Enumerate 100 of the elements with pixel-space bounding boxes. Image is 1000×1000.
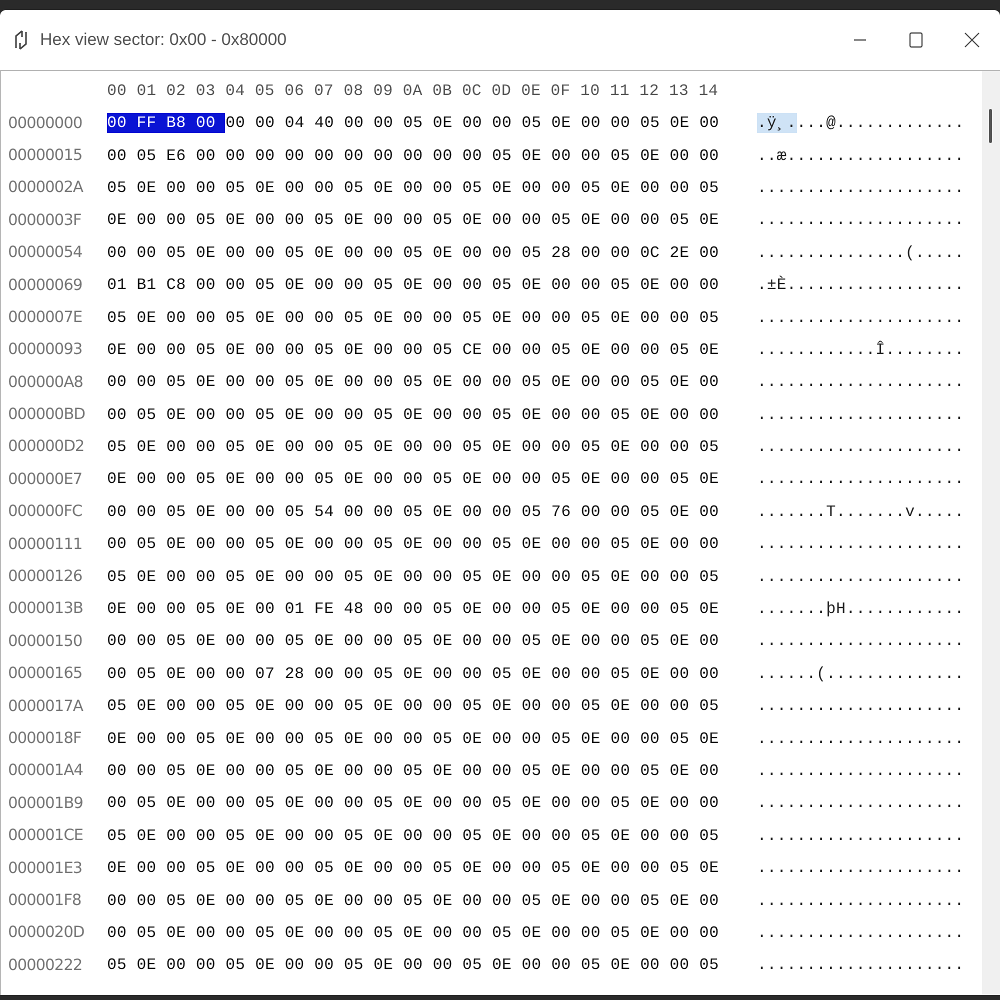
ascii-text[interactable]: .....................	[757, 372, 964, 392]
row-offset: 000001F8	[7, 890, 82, 911]
selected-hex-bytes[interactable]: 00 FF B8 00	[107, 113, 226, 134]
hex-bytes[interactable]: 00 00 05 0E 00 00 05 54 00 00 05 0E 00 00 05 76 00 00 05 0E 00	[107, 502, 720, 522]
column-header: 06	[284, 81, 304, 102]
row-offset: 00000126	[7, 566, 84, 588]
hex-bytes[interactable]: 05 0E 00 00 05 0E 00 00 05 0E 00 00 05 0E 00 00 05 0E 00 00 05	[107, 308, 720, 328]
ascii-text[interactable]: .......þH............	[757, 599, 964, 620]
ascii-text[interactable]: .....................	[757, 469, 964, 490]
ascii-text[interactable]: .....................	[757, 308, 964, 328]
ascii-text[interactable]: .....................	[757, 858, 964, 878]
ascii-text[interactable]: ......(..............	[757, 664, 964, 684]
row-offset: 0000007E	[7, 306, 84, 328]
hex-bytes[interactable]: 01 B1 C8 00 00 05 0E 00 00 05 0E 00 00 05 0E 00 00 05 0E 00 00	[107, 275, 720, 296]
hex-bytes[interactable]: 00 00 05 0E 00 00 05 0E 00 00 05 0E 00 00 05 0E 00 00 05 0E 00	[107, 631, 720, 652]
ascii-text[interactable]: .....................	[757, 955, 964, 976]
ascii-text[interactable]: .....................	[757, 922, 964, 943]
hex-bytes[interactable]: 05 0E 00 00 05 0E 00 00 05 0E 00 00 05 0E 00 00 05 0E 00 00 05	[107, 178, 720, 198]
hex-bytes[interactable]: 00 00 05 0E 00 00 05 0E 00 00 05 0E 00 00 05 0E 00 00 05 0E 00	[107, 372, 720, 392]
ascii-text[interactable]: .....................	[757, 793, 964, 814]
row-offset: 00000111	[7, 534, 84, 555]
row-offset: 00000015	[7, 144, 84, 166]
ascii-text[interactable]: .....................	[757, 566, 964, 587]
row-offset: 00000222	[7, 954, 84, 976]
column-header: 02	[166, 81, 186, 102]
column-header: 07	[314, 81, 334, 102]
ascii-text[interactable]: .....................	[757, 631, 964, 652]
ascii-text[interactable]: .±È..................	[757, 275, 964, 296]
hex-bytes[interactable]: 0E 00 00 05 0E 00 01 FE 48 00 00 05 0E 00 00 05 0E 00 00 05 0E	[107, 599, 720, 620]
hex-bytes[interactable]: 00 05 0E 00 00 05 0E 00 00 05 0E 00 00 05 0E 00 00 05 0E 00 00	[107, 404, 720, 425]
row-offset: 000000BD	[7, 404, 86, 426]
hex-bytes[interactable]: 05 0E 00 00 05 0E 00 00 05 0E 00 00 05 0E 00 00 05 0E 00 00 05	[107, 437, 720, 458]
window-title: Hex view sector: 0x00 - 0x80000	[40, 29, 287, 52]
column-header: 0F	[550, 81, 570, 102]
ascii-text[interactable]: ............Î........	[757, 340, 964, 360]
row-offset: 0000018F	[7, 728, 82, 749]
ascii-text[interactable]: .....................	[757, 696, 964, 716]
ascii-text[interactable]: ...@.............	[796, 113, 964, 134]
hex-bytes[interactable]: 00 05 0E 00 00 05 0E 00 00 05 0E 00 00 05 0E 00 00 05 0E 00 00	[107, 793, 720, 814]
hex-bytes[interactable]: 00 05 0E 00 00 07 28 00 00 05 0E 00 00 05 0E 00 00 05 0E 00 00	[107, 664, 720, 684]
hex-bytes[interactable]: 0E 00 00 05 0E 00 00 05 0E 00 00 05 0E 00 00 05 0E 00 00 05 0E	[107, 469, 720, 490]
hex-bytes[interactable]: 00 05 0E 00 00 05 0E 00 00 05 0E 00 00 05 0E 00 00 05 0E 00 00	[107, 922, 720, 943]
row-offset: 000001CE	[7, 825, 84, 846]
maximize-icon	[909, 32, 923, 48]
hex-bytes[interactable]: 05 0E 00 00 05 0E 00 00 05 0E 00 00 05 0E 00 00 05 0E 00 00 05	[107, 566, 720, 587]
column-header: 14	[698, 81, 718, 102]
hex-bytes[interactable]: 05 0E 00 00 05 0E 00 00 05 0E 00 00 05 0E 00 00 05 0E 00 00 05	[107, 826, 720, 846]
hex-bytes[interactable]: 05 0E 00 00 05 0E 00 00 05 0E 00 00 05 0E 00 00 05 0E 00 00 05	[107, 696, 720, 716]
scrollbar[interactable]	[982, 71, 1000, 995]
hex-bytes[interactable]: 0E 00 00 05 0E 00 00 05 0E 00 00 05 CE 00 00 05 0E 00 00 05 0E	[107, 340, 720, 360]
ascii-text[interactable]: ..æ..................	[757, 146, 964, 166]
ascii-text[interactable]: .....................	[757, 761, 964, 781]
row-offset: 0000013B	[7, 598, 84, 620]
column-header: 0B	[432, 81, 452, 102]
ascii-text[interactable]: .....................	[757, 826, 964, 846]
column-header: 09	[373, 81, 393, 102]
ascii-text[interactable]: .....................	[757, 437, 964, 458]
hex-bytes[interactable]: 00 00 05 0E 00 00 05 0E 00 00 05 0E 00 00 05 28 00 00 0C 2E 00	[107, 242, 720, 263]
hex-bytes[interactable]: 0E 00 00 05 0E 00 00 05 0E 00 00 05 0E 00 00 05 0E 00 00 05 0E	[107, 858, 720, 878]
column-header: 0C	[462, 81, 482, 102]
ascii-text[interactable]: .....................	[757, 890, 964, 911]
ascii-text[interactable]: .......T.......v.....	[757, 502, 964, 522]
hex-bytes[interactable]: 0E 00 00 05 0E 00 00 05 0E 00 00 05 0E 00 00 05 0E 00 00 05 0E	[107, 728, 720, 749]
row-offset: 000001B9	[7, 792, 84, 814]
ascii-text[interactable]: .....................	[757, 178, 964, 198]
column-header: 11	[610, 81, 630, 102]
column-header: 0D	[492, 81, 512, 102]
hex-bytes[interactable]: 0E 00 00 05 0E 00 00 05 0E 00 00 05 0E 00 00 05 0E 00 00 05 0E	[107, 210, 720, 230]
column-header: 12	[639, 81, 660, 102]
row-offset: 000001A4	[7, 760, 84, 782]
column-header: 05	[254, 81, 275, 102]
hex-bytes[interactable]: 05 0E 00 00 05 0E 00 00 05 0E 00 00 05 0E 00 00 05 0E 00 00 05	[107, 955, 720, 976]
hex-bytes[interactable]: 00 05 E6 00 00 00 00 00 00 00 00 00 00 05 0E 00 00 05 0E 00 00	[107, 146, 720, 166]
column-header: 03	[196, 81, 216, 102]
row-offset: 00000165	[7, 663, 84, 684]
row-offset: 0000002A	[7, 177, 84, 198]
scroll-thumb[interactable]	[989, 109, 992, 143]
row-offset: 000000E7	[7, 468, 84, 490]
close-icon	[964, 32, 980, 48]
column-header: 04	[225, 81, 245, 102]
column-header: 08	[344, 81, 364, 102]
row-offset: 00000054	[7, 242, 84, 264]
row-offset: 00000093	[7, 339, 84, 360]
column-header: 13	[668, 81, 689, 102]
ascii-text[interactable]: .....................	[757, 404, 964, 425]
row-offset: 00000150	[7, 630, 84, 652]
hex-bytes[interactable]: 00 00 05 0E 00 00 05 0E 00 00 05 0E 00 00 05 0E 00 00 05 0E 00	[107, 890, 720, 911]
ascii-text[interactable]: .....................	[757, 728, 964, 749]
column-header: 10	[580, 81, 600, 102]
hex-bytes[interactable]: 00 05 0E 00 00 05 0E 00 00 05 0E 00 00 05 0E 00 00 05 0E 00 00	[107, 534, 720, 554]
row-offset: 000001E3	[7, 858, 84, 879]
ascii-text[interactable]: .....................	[757, 210, 964, 230]
selected-ascii-text[interactable]: .ÿ¸.	[757, 113, 796, 134]
hex-bytes[interactable]: 00 00 05 0E 00 00 05 0E 00 00 05 0E 00 00 05 0E 00 00 05 0E 00	[107, 761, 720, 781]
ascii-text[interactable]: ...............(.....	[757, 242, 964, 263]
ascii-text[interactable]: .....................	[757, 534, 964, 554]
row-offset: 0000017A	[7, 696, 84, 717]
hex-bytes[interactable]: 00 00 04 40 00 00 05 0E 00 00 05 0E 00 00 05 0E 00	[225, 113, 720, 134]
column-header: 0A	[402, 81, 422, 102]
row-offset: 0000003F	[7, 210, 82, 231]
